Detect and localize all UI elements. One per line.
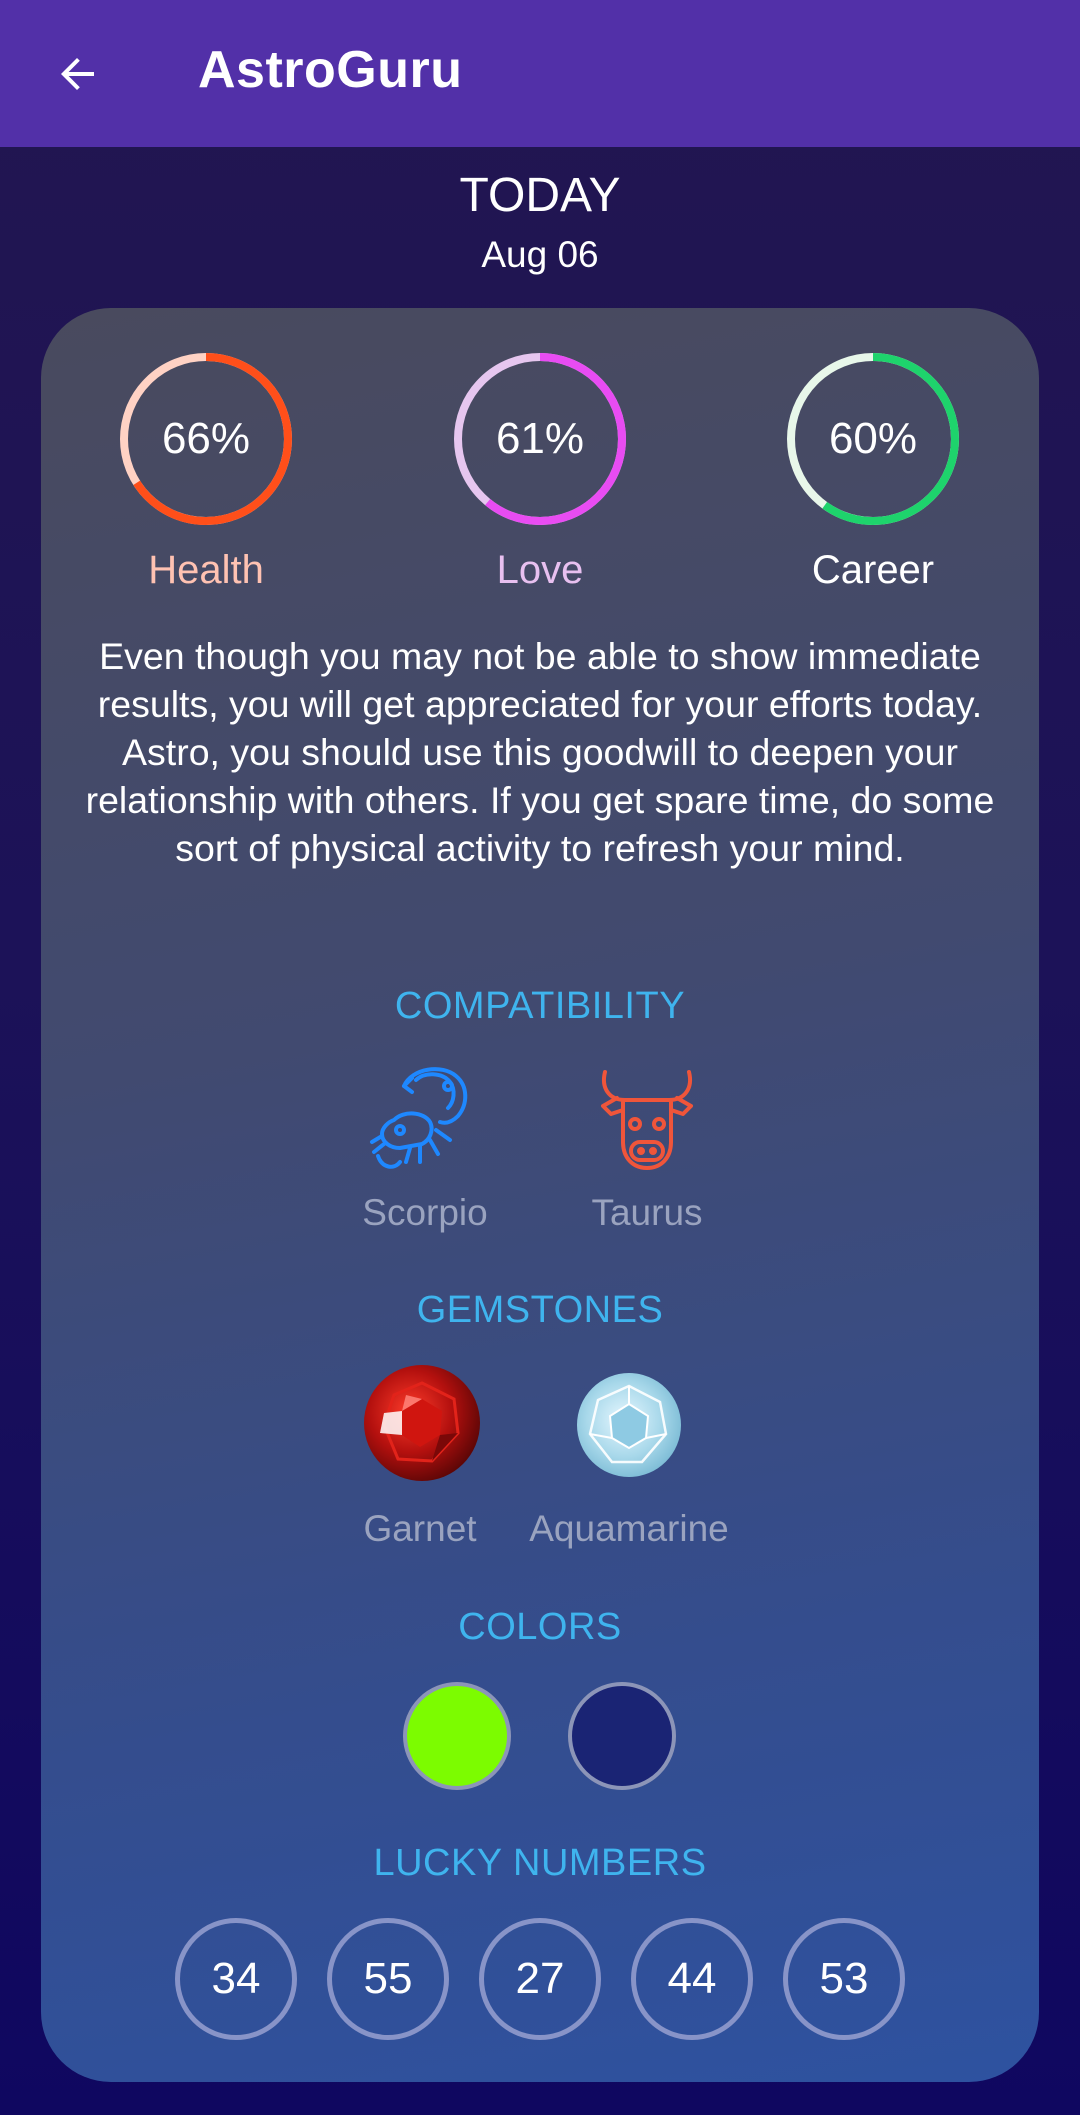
health-percent: 66%: [161, 414, 251, 463]
health-meter: 66%: [116, 349, 296, 529]
love-percent: 61%: [495, 414, 585, 463]
color-swatch-navy[interactable]: [568, 1682, 676, 1790]
love-meter: 61%: [450, 349, 630, 529]
compatibility-sign-scorpio: Scorpio: [362, 1192, 488, 1233]
back-button[interactable]: [40, 36, 116, 112]
gemstones-title: GEMSTONES: [416, 1289, 664, 1331]
garnet-gem-icon[interactable]: [362, 1363, 482, 1483]
compatibility-title: COMPATIBILITY: [394, 985, 686, 1027]
scorpio-icon[interactable]: [364, 1058, 484, 1178]
lucky-numbers-title: LUCKY NUMBERS: [373, 1842, 707, 1884]
app-title: AstroGuru: [198, 41, 463, 99]
date-label: Aug 06: [481, 234, 599, 275]
health-label: Health: [148, 548, 264, 592]
compatibility-sign-taurus: Taurus: [591, 1192, 703, 1233]
taurus-icon[interactable]: [587, 1058, 707, 1178]
colors-title: COLORS: [458, 1606, 622, 1648]
aquamarine-gem-icon[interactable]: [576, 1372, 682, 1478]
color-swatch-green[interactable]: [403, 1682, 511, 1790]
love-label: Love: [496, 548, 584, 592]
lucky-number: 55: [327, 1918, 449, 2040]
horoscope-text: Even though you may not be able to show …: [85, 635, 995, 869]
arrow-back-icon: [61, 58, 94, 90]
career-label: Career: [811, 548, 935, 592]
lucky-number: 44: [631, 1918, 753, 2040]
gemstone-aquamarine: Aquamarine: [529, 1508, 729, 1549]
today-label: TODAY: [459, 169, 621, 222]
lucky-number: 34: [175, 1918, 297, 2040]
app-bar: AstroGuru: [0, 0, 1080, 147]
lucky-number: 27: [479, 1918, 601, 2040]
lucky-number: 53: [783, 1918, 905, 2040]
career-meter: 60%: [783, 349, 963, 529]
career-percent: 60%: [828, 414, 918, 463]
